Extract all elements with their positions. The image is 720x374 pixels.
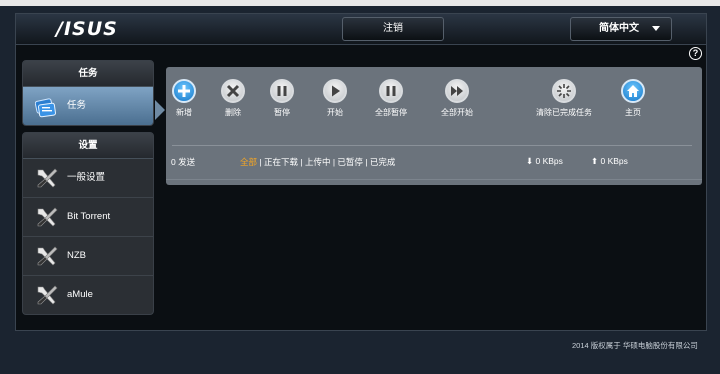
- sidebar-item-amule[interactable]: aMule: [23, 276, 153, 314]
- upload-speed: ⬆ 0 KBps: [591, 156, 628, 167]
- sidebar-item-tasks[interactable]: 任务: [23, 87, 153, 125]
- delete-label: 删除: [225, 108, 241, 117]
- copyright-footer: 2014 版权属于 华硕电脑股份有限公司: [572, 341, 698, 350]
- pause-all-button[interactable]: 全部暂停: [375, 79, 407, 118]
- sidebar: 任务 任务 设置 一般设置 Bit Torrent NZB aMule: [22, 60, 154, 321]
- sidebar-item-label: 一般设置: [67, 172, 106, 183]
- pause-all-icon: [379, 79, 403, 103]
- sidebar-group-title: 任务: [23, 61, 153, 87]
- sidebar-item-bittorrent[interactable]: Bit Torrent: [23, 198, 153, 237]
- task-filter-bar: 全部 | 正在下载 | 上传中 | 已暂停 | 已完成: [240, 157, 396, 167]
- sidebar-item-label: NZB: [67, 250, 86, 261]
- play-icon: [323, 79, 347, 103]
- filter-completed[interactable]: 已完成: [370, 157, 396, 167]
- add-label: 新增: [176, 108, 192, 117]
- tools-icon: [35, 245, 59, 267]
- start-all-label: 全部开始: [441, 108, 473, 117]
- clear-completed-button[interactable]: 清除已完成任务: [536, 79, 592, 118]
- browser-top-strip: [0, 0, 720, 6]
- close-icon: [221, 79, 245, 103]
- download-speed-value: 0 KBps: [535, 156, 563, 166]
- panel-bottom-divider: [166, 179, 702, 180]
- sidebar-group-settings: 设置 一般设置 Bit Torrent NZB aMule: [22, 132, 154, 315]
- asus-logo: /ISUS: [56, 18, 118, 40]
- pause-button[interactable]: 暂停: [270, 79, 294, 118]
- fast-forward-icon: [445, 79, 469, 103]
- sidebar-item-label: Bit Torrent: [67, 211, 111, 222]
- pause-icon: [270, 79, 294, 103]
- sparkle-icon: [552, 79, 576, 103]
- pause-all-label: 全部暂停: [375, 108, 407, 117]
- divider: [172, 145, 692, 146]
- language-select[interactable]: 简体中文: [570, 17, 672, 41]
- tools-icon: [35, 167, 59, 189]
- tools-icon: [35, 206, 59, 228]
- tasks-icon: [34, 96, 59, 118]
- chevron-down-icon: [652, 26, 660, 31]
- start-button[interactable]: 开始: [323, 79, 347, 118]
- clear-completed-label: 清除已完成任务: [536, 108, 592, 117]
- arrow-down-icon: ⬇: [526, 156, 534, 166]
- upload-speed-value: 0 KBps: [600, 156, 628, 166]
- filter-downloading[interactable]: 正在下载: [264, 157, 298, 167]
- pause-label: 暂停: [274, 108, 290, 117]
- sidebar-item-label: 任务: [67, 100, 87, 111]
- start-label: 开始: [327, 108, 343, 117]
- sidebar-group-tasks: 任务 任务: [22, 60, 154, 126]
- plus-icon: [172, 79, 196, 103]
- sidebar-item-label: aMule: [67, 289, 93, 300]
- language-label: 简体中文: [599, 23, 639, 34]
- delete-button[interactable]: 删除: [221, 79, 245, 118]
- top-header: /ISUS 注销 简体中文: [16, 14, 706, 45]
- tasks-panel: 新增 删除 暂停 开始 全部暂停 全部开始 清除已完成任务 主页 0 发送 全部…: [166, 67, 702, 185]
- filter-paused[interactable]: 已暂停: [337, 157, 363, 167]
- app-frame: /ISUS 注销 简体中文 ? 任务 任务 设置 一般设置 Bit Torren…: [15, 13, 707, 331]
- start-all-button[interactable]: 全部开始: [441, 79, 473, 118]
- filter-all[interactable]: 全部: [240, 157, 257, 167]
- active-pointer-arrow: [155, 100, 165, 120]
- sidebar-item-general-settings[interactable]: 一般设置: [23, 159, 153, 198]
- home-label: 主页: [625, 108, 641, 117]
- logout-button[interactable]: 注销: [342, 17, 444, 41]
- sending-count: 0 发送: [171, 157, 196, 167]
- arrow-up-icon: ⬆: [591, 156, 599, 166]
- tools-icon: [35, 284, 59, 306]
- home-button[interactable]: 主页: [621, 79, 645, 118]
- sidebar-group-title: 设置: [23, 133, 153, 159]
- sidebar-item-nzb[interactable]: NZB: [23, 237, 153, 276]
- add-button[interactable]: 新增: [172, 79, 196, 118]
- home-icon: [621, 79, 645, 103]
- filter-uploading[interactable]: 上传中: [305, 157, 331, 167]
- help-icon[interactable]: ?: [689, 47, 702, 60]
- download-speed: ⬇ 0 KBps: [526, 156, 563, 167]
